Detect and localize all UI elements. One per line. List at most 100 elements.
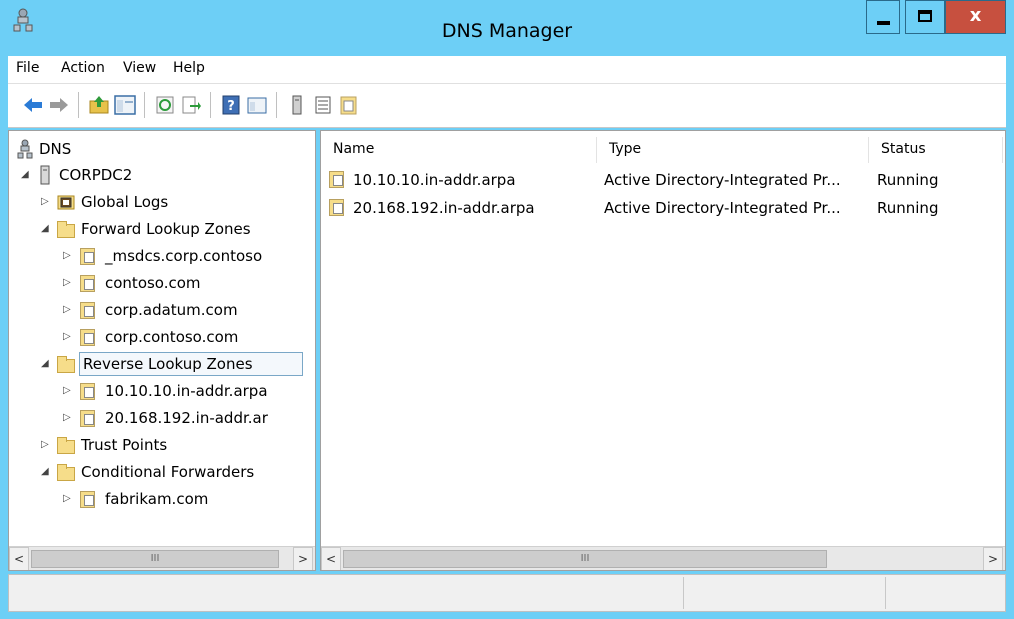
tree-horizontal-scrollbar[interactable]: < III > (9, 546, 315, 570)
global-logs-icon (57, 195, 75, 210)
zone-icon (80, 275, 95, 292)
row-type: Active Directory-Integrated Pr... (604, 171, 841, 189)
column-header-status[interactable]: Status (869, 137, 1003, 163)
zone-icon (80, 329, 95, 346)
expand-icon[interactable]: ▷ (63, 493, 73, 505)
toolbar: ? (8, 84, 1006, 128)
zone-icon (80, 491, 95, 508)
expand-icon[interactable]: ▷ (63, 277, 73, 289)
dns-manager-window: DNS Manager x File Action View Help ? DN… (0, 0, 1014, 619)
menu-bar: File Action View Help (8, 56, 1006, 84)
server-icon (40, 165, 50, 185)
window-title: DNS Manager (441, 20, 573, 42)
tree-item-zone[interactable]: ▷ corp.contoso.com (9, 325, 315, 349)
back-icon[interactable] (22, 94, 44, 116)
tree-label: fabrikam.com (105, 490, 209, 508)
properties-icon[interactable] (246, 94, 268, 116)
tree-item-reverse-lookup-zones[interactable]: ◢ Reverse Lookup Zones (9, 352, 315, 376)
tree-item-zone[interactable]: ▷ 10.10.10.in-addr.arpa (9, 379, 315, 403)
scroll-thumb[interactable]: III (343, 550, 827, 568)
list-horizontal-scrollbar[interactable]: < III > (321, 546, 1005, 570)
list-icon[interactable] (312, 94, 334, 116)
expand-icon[interactable]: ▷ (63, 250, 73, 262)
tree-item-zone[interactable]: ▷ _msdcs.corp.contoso (9, 244, 315, 268)
collapse-icon[interactable]: ◢ (41, 223, 51, 235)
help-icon[interactable]: ? (220, 94, 242, 116)
collapse-icon[interactable]: ◢ (21, 169, 31, 181)
console-tree-pane[interactable]: DNS ◢ CORPDC2 ▷ Global Logs ◢ Forward Lo… (8, 130, 316, 571)
dns-root-icon (17, 139, 33, 159)
menu-help[interactable]: Help (173, 60, 205, 76)
tree-item-forward-lookup-zones[interactable]: ◢ Forward Lookup Zones (9, 217, 315, 241)
minimize-icon (877, 21, 890, 25)
expand-icon[interactable]: ▷ (63, 385, 73, 397)
scroll-left-arrow[interactable]: < (321, 547, 341, 570)
tree-label: Global Logs (81, 193, 169, 211)
tree-label: 10.10.10.in-addr.arpa (105, 382, 268, 400)
tree-label: _msdcs.corp.contoso (105, 247, 263, 265)
tree-item-global-logs[interactable]: ▷ Global Logs (9, 190, 315, 214)
tree-label: DNS (39, 140, 72, 158)
tree-item-zone[interactable]: ▷ 20.168.192.in-addr.ar (9, 406, 315, 430)
close-icon: x (969, 5, 982, 26)
scroll-right-arrow[interactable]: > (983, 547, 1003, 570)
folder-icon (57, 221, 75, 238)
row-type: Active Directory-Integrated Pr... (604, 199, 841, 217)
status-segment (885, 577, 1005, 609)
tree-item-server[interactable]: ◢ CORPDC2 (9, 163, 315, 187)
toolbar-separator (144, 92, 145, 118)
tree-item-zone[interactable]: ▷ contoso.com (9, 271, 315, 295)
tree-label: contoso.com (105, 274, 201, 292)
status-segment (683, 577, 885, 609)
row-status: Running (877, 199, 939, 217)
toolbar-separator (210, 92, 211, 118)
column-header-name[interactable]: Name (321, 137, 597, 163)
menu-view[interactable]: View (123, 60, 156, 76)
tree-label: Trust Points (81, 436, 168, 454)
expand-icon[interactable]: ▷ (63, 412, 73, 424)
column-header-type[interactable]: Type (597, 137, 869, 163)
svg-text:?: ? (227, 99, 235, 114)
results-pane[interactable]: Name Type Status 10.10.10.in-addr.arpa A… (320, 130, 1006, 571)
folder-icon (57, 356, 75, 373)
tree-label: Reverse Lookup Zones (83, 355, 253, 373)
tree-item-conditional-forwarders[interactable]: ◢ Conditional Forwarders (9, 460, 315, 484)
zone-icon[interactable] (338, 94, 360, 116)
zone-icon (80, 410, 95, 427)
tree-item-dns[interactable]: DNS (9, 137, 315, 161)
expand-icon[interactable]: ▷ (63, 304, 73, 316)
menu-action[interactable]: Action (61, 60, 105, 76)
tree-item-trust-points[interactable]: ▷ Trust Points (9, 433, 315, 457)
tree-label: CORPDC2 (59, 166, 133, 184)
refresh-icon[interactable] (154, 94, 176, 116)
expand-icon[interactable]: ▷ (41, 439, 51, 451)
minimize-button[interactable] (866, 0, 900, 34)
tree-label: corp.contoso.com (105, 328, 239, 346)
forward-icon[interactable] (48, 94, 70, 116)
scroll-left-arrow[interactable]: < (9, 547, 29, 570)
tree-label: corp.adatum.com (105, 301, 238, 319)
scroll-right-arrow[interactable]: > (293, 547, 313, 570)
tree-item-zone[interactable]: ▷ corp.adatum.com (9, 298, 315, 322)
zone-icon (80, 383, 95, 400)
status-bar (8, 574, 1006, 612)
collapse-icon[interactable]: ◢ (41, 358, 51, 370)
list-row[interactable]: 10.10.10.in-addr.arpa Active Directory-I… (321, 167, 1005, 193)
list-row[interactable]: 20.168.192.in-addr.arpa Active Directory… (321, 195, 1005, 221)
menu-file[interactable]: File (16, 60, 39, 76)
show-hide-tree-icon[interactable] (114, 94, 136, 116)
collapse-icon[interactable]: ◢ (41, 466, 51, 478)
tree-label: Conditional Forwarders (81, 463, 255, 481)
export-list-icon[interactable] (180, 94, 202, 116)
row-status: Running (877, 171, 939, 189)
expand-icon[interactable]: ▷ (41, 196, 51, 208)
row-name: 10.10.10.in-addr.arpa (353, 171, 516, 189)
up-folder-icon[interactable] (88, 94, 110, 116)
maximize-button[interactable] (905, 0, 945, 34)
toolbar-separator (276, 92, 277, 118)
server-icon[interactable] (286, 94, 308, 116)
scroll-thumb[interactable]: III (31, 550, 279, 568)
close-button[interactable]: x (945, 0, 1006, 34)
tree-item-zone[interactable]: ▷ fabrikam.com (9, 487, 315, 511)
expand-icon[interactable]: ▷ (63, 331, 73, 343)
